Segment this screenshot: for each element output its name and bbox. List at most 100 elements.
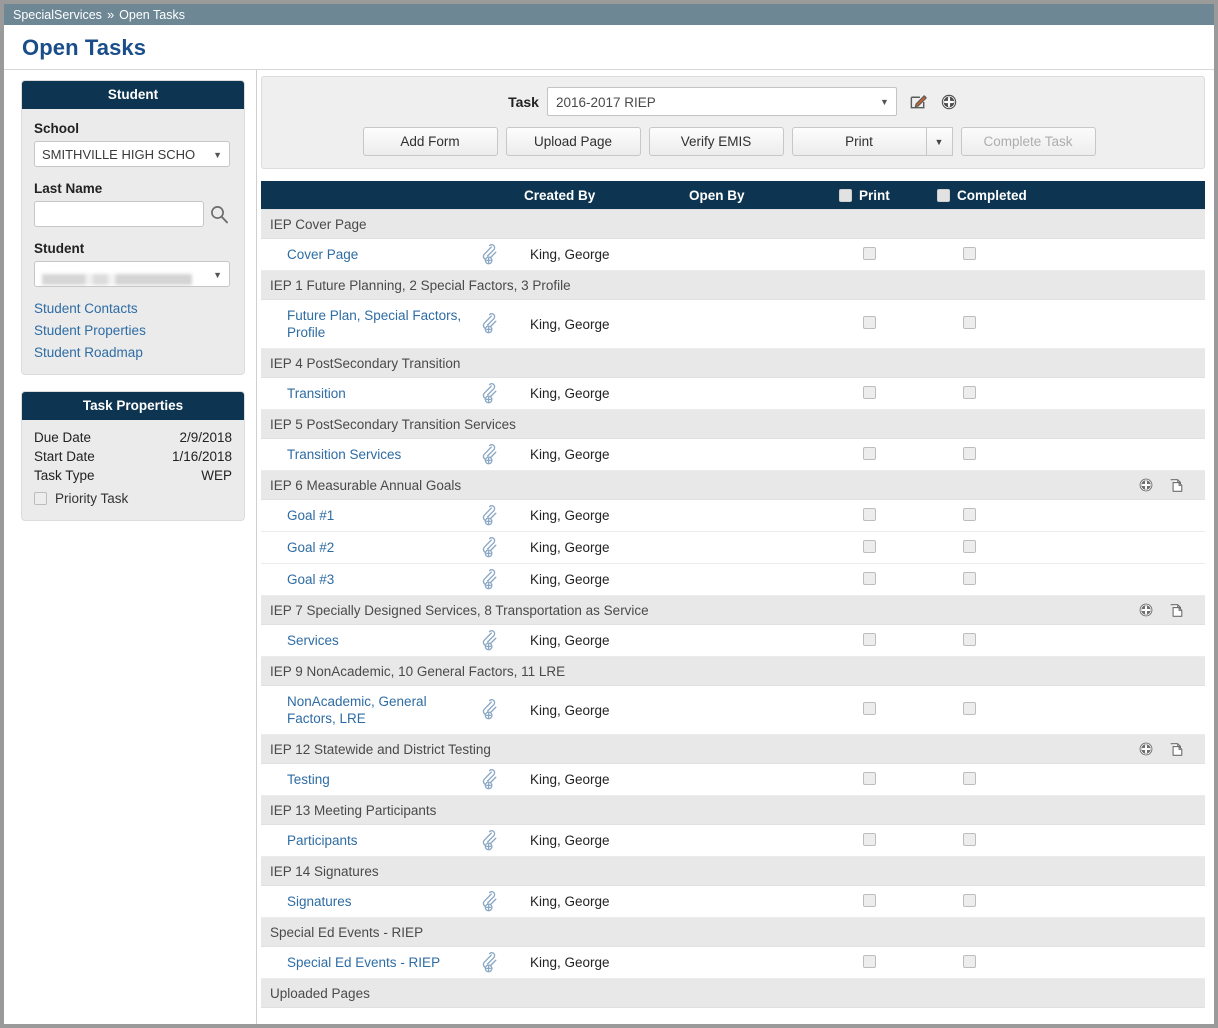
row-name-link[interactable]: Transition bbox=[287, 385, 346, 402]
row-completed-checkbox[interactable] bbox=[963, 316, 976, 329]
edit-pencil-icon[interactable] bbox=[909, 92, 928, 111]
row-name-link[interactable]: Goal #2 bbox=[287, 539, 334, 556]
breadcrumb-root-link[interactable]: SpecialServices bbox=[13, 8, 102, 22]
group-title: IEP 6 Measurable Annual Goals bbox=[261, 470, 937, 500]
row-print-checkbox[interactable] bbox=[863, 571, 876, 585]
row-actions-cell bbox=[1062, 299, 1205, 349]
row-completed-checkbox[interactable] bbox=[963, 954, 976, 968]
row-name-link[interactable]: NonAcademic, General Factors, LRE bbox=[287, 693, 476, 727]
task-properties-panel: Task Properties Due Date 2/9/2018 Start … bbox=[21, 391, 245, 521]
print-select-all-checkbox[interactable] bbox=[839, 188, 852, 202]
row-name-link[interactable]: Services bbox=[287, 632, 339, 649]
row-print-checkbox[interactable] bbox=[863, 771, 876, 785]
row-name-cell: Cover Page bbox=[261, 238, 476, 271]
row-name-link[interactable]: Future Plan, Special Factors, Profile bbox=[287, 307, 476, 341]
row-actions-cell bbox=[1062, 685, 1205, 735]
row-print-checkbox[interactable] bbox=[863, 539, 876, 553]
row-completed-checkbox[interactable] bbox=[963, 771, 976, 785]
due-date-row: Due Date 2/9/2018 bbox=[34, 428, 232, 447]
sidebar: Student School SMITHVILLE HIGH SCHO ▼ La… bbox=[4, 70, 257, 1024]
complete-task-button[interactable]: Complete Task bbox=[960, 127, 1096, 156]
paperclip-add-icon[interactable] bbox=[476, 499, 524, 532]
last-name-input[interactable] bbox=[34, 201, 204, 227]
row-print-cell bbox=[839, 624, 937, 657]
paperclip-add-icon[interactable] bbox=[476, 299, 524, 349]
row-name-link[interactable]: Special Ed Events - RIEP bbox=[287, 954, 440, 971]
plus-circle-icon[interactable] bbox=[1138, 602, 1154, 618]
search-icon[interactable] bbox=[209, 204, 229, 224]
paperclip-add-icon[interactable] bbox=[476, 763, 524, 796]
row-completed-checkbox[interactable] bbox=[963, 893, 976, 907]
school-select[interactable]: SMITHVILLE HIGH SCHO ▼ bbox=[34, 141, 230, 167]
group-title: IEP 9 NonAcademic, 10 General Factors, 1… bbox=[261, 656, 1205, 686]
paperclip-add-icon[interactable] bbox=[476, 238, 524, 271]
add-form-button[interactable]: Add Form bbox=[362, 127, 498, 156]
copy-pages-icon[interactable] bbox=[1168, 602, 1185, 619]
copy-pages-icon[interactable] bbox=[1168, 477, 1185, 494]
plus-circle-icon[interactable] bbox=[1138, 477, 1154, 493]
row-open-by bbox=[689, 438, 839, 471]
paperclip-add-icon[interactable] bbox=[476, 824, 524, 857]
completed-select-all-checkbox[interactable] bbox=[937, 188, 950, 202]
row-name-link[interactable]: Cover Page bbox=[287, 246, 358, 263]
row-name-link[interactable]: Goal #3 bbox=[287, 571, 334, 588]
row-name-link[interactable]: Goal #1 bbox=[287, 507, 334, 524]
sidebar-link-student-properties[interactable]: Student Properties bbox=[34, 323, 232, 338]
plus-circle-icon[interactable] bbox=[940, 93, 958, 111]
row-print-checkbox[interactable] bbox=[863, 702, 876, 715]
row-completed-cell bbox=[937, 377, 1062, 410]
paperclip-add-icon[interactable] bbox=[476, 885, 524, 918]
row-print-cell bbox=[839, 438, 937, 471]
th-actions bbox=[1062, 181, 1205, 210]
main-content: Task 2016-2017 RIEP ▼ Add Form Upload Pa… bbox=[257, 70, 1214, 1008]
print-dropdown-caret-icon[interactable]: ▼ bbox=[926, 127, 953, 156]
upload-page-button[interactable]: Upload Page bbox=[505, 127, 641, 156]
student-panel: Student School SMITHVILLE HIGH SCHO ▼ La… bbox=[21, 80, 245, 375]
copy-pages-icon[interactable] bbox=[1168, 741, 1185, 758]
paperclip-add-icon[interactable] bbox=[476, 438, 524, 471]
paperclip-add-icon[interactable] bbox=[476, 624, 524, 657]
sidebar-link-student-roadmap[interactable]: Student Roadmap bbox=[34, 345, 232, 360]
row-name-link[interactable]: Participants bbox=[287, 832, 358, 849]
row-completed-checkbox[interactable] bbox=[963, 832, 976, 846]
paperclip-add-icon[interactable] bbox=[476, 685, 524, 735]
sidebar-link-student-contacts[interactable]: Student Contacts bbox=[34, 301, 232, 316]
paperclip-add-icon[interactable] bbox=[476, 946, 524, 979]
row-completed-checkbox[interactable] bbox=[963, 632, 976, 646]
paperclip-add-icon[interactable] bbox=[476, 377, 524, 410]
breadcrumb-current: Open Tasks bbox=[119, 7, 185, 22]
row-print-checkbox[interactable] bbox=[863, 954, 876, 968]
row-open-by bbox=[689, 238, 839, 271]
row-print-checkbox[interactable] bbox=[863, 632, 876, 646]
row-print-checkbox[interactable] bbox=[863, 446, 876, 460]
print-button[interactable]: Print bbox=[791, 127, 927, 156]
priority-task-label: Priority Task bbox=[55, 491, 129, 506]
row-print-checkbox[interactable] bbox=[863, 893, 876, 907]
row-completed-checkbox[interactable] bbox=[963, 571, 976, 585]
row-completed-checkbox[interactable] bbox=[963, 246, 976, 260]
row-completed-cell bbox=[937, 438, 1062, 471]
row-print-checkbox[interactable] bbox=[863, 507, 876, 521]
paperclip-add-icon[interactable] bbox=[476, 531, 524, 564]
row-completed-checkbox[interactable] bbox=[963, 539, 976, 553]
row-name-link[interactable]: Signatures bbox=[287, 893, 352, 910]
row-completed-checkbox[interactable] bbox=[963, 507, 976, 521]
verify-emis-button[interactable]: Verify EMIS bbox=[648, 127, 784, 156]
row-name-link[interactable]: Testing bbox=[287, 771, 330, 788]
row-created-by: King, George bbox=[524, 438, 689, 471]
row-print-checkbox[interactable] bbox=[863, 316, 876, 329]
task-type-label: Task Type bbox=[34, 468, 95, 483]
task-select[interactable]: 2016-2017 RIEP ▼ bbox=[546, 87, 897, 116]
student-select[interactable]: ▼ bbox=[34, 261, 230, 287]
row-print-checkbox[interactable] bbox=[863, 385, 876, 399]
row-completed-checkbox[interactable] bbox=[963, 446, 976, 460]
row-print-checkbox[interactable] bbox=[863, 246, 876, 260]
row-print-checkbox[interactable] bbox=[863, 832, 876, 846]
row-completed-checkbox[interactable] bbox=[963, 385, 976, 399]
priority-task-checkbox[interactable] bbox=[34, 492, 47, 505]
paperclip-add-icon[interactable] bbox=[476, 563, 524, 596]
school-label: School bbox=[34, 121, 80, 136]
row-completed-checkbox[interactable] bbox=[963, 702, 976, 715]
plus-circle-icon[interactable] bbox=[1138, 741, 1154, 757]
row-name-link[interactable]: Transition Services bbox=[287, 446, 401, 463]
